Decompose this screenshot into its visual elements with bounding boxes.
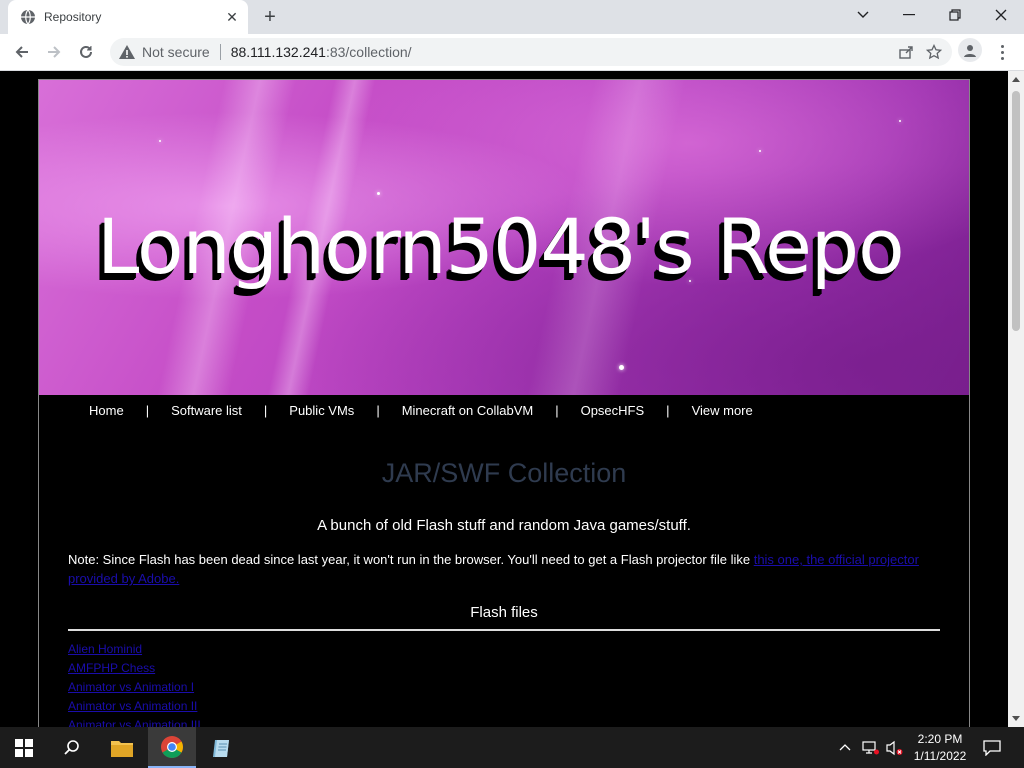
share-icon[interactable] xyxy=(898,44,914,60)
section-title-flash-files: Flash files xyxy=(470,604,538,621)
flash-files-list: Alien Hominid AMFPHP Chess Animator vs A… xyxy=(68,640,201,727)
nav-home[interactable]: Home xyxy=(89,403,124,418)
scroll-up-icon[interactable] xyxy=(1012,77,1020,82)
chevron-up-icon[interactable] xyxy=(838,741,852,755)
address-bar[interactable]: Not secure 88.111.132.241:83/collection/ xyxy=(110,38,952,66)
nav-separator: | xyxy=(666,402,670,418)
tab-strip: Repository ✕ + xyxy=(0,0,1024,34)
close-tab-icon[interactable]: ✕ xyxy=(220,5,244,29)
tab-title: Repository xyxy=(44,10,102,24)
minimize-button[interactable] xyxy=(886,0,932,30)
chrome-icon[interactable] xyxy=(148,727,196,768)
page-subtitle: A bunch of old Flash stuff and random Ja… xyxy=(317,517,691,534)
profile-avatar-icon[interactable] xyxy=(958,38,982,62)
flash-note: Note: Since Flash has been dead since la… xyxy=(68,550,940,588)
omnibox-divider xyxy=(219,44,221,60)
start-windows-icon[interactable] xyxy=(0,727,48,768)
reload-button[interactable] xyxy=(72,38,100,66)
browser-toolbar: Not secure 88.111.132.241:83/collection/ xyxy=(0,34,1024,71)
file-link-ava-1[interactable]: Animator vs Animation I xyxy=(68,678,201,697)
close-window-button[interactable] xyxy=(978,0,1024,30)
globe-icon xyxy=(21,9,35,25)
warning-icon[interactable] xyxy=(118,43,136,61)
new-tab-button[interactable]: + xyxy=(258,5,282,29)
page-heading: JAR/SWF Collection xyxy=(381,458,627,488)
windows-taskbar: 2:20 PM 1/11/2022 xyxy=(0,727,1024,768)
file-link-ava-3[interactable]: Animator vs Animation III xyxy=(68,716,201,727)
url-path: :83/collection/ xyxy=(325,44,412,60)
nav-separator: | xyxy=(376,402,380,418)
menu-kebab-icon[interactable] xyxy=(992,40,1012,64)
nav-separator: | xyxy=(555,402,559,418)
page-scrollbar[interactable] xyxy=(1008,71,1024,727)
notepad-app-icon[interactable] xyxy=(198,727,246,768)
file-link-ava-2[interactable]: Animator vs Animation II xyxy=(68,697,201,716)
restore-button[interactable] xyxy=(932,0,978,30)
url-host: 88.111.132.241 xyxy=(230,44,326,60)
page-container: Longhorn5048's Repo Home | Software list… xyxy=(38,79,970,727)
forward-button[interactable] xyxy=(40,38,68,66)
network-icon[interactable] xyxy=(862,740,880,755)
page-viewport: Longhorn5048's Repo Home | Software list… xyxy=(0,71,1008,727)
site-nav: Home | Software list | Public VMs | Mine… xyxy=(39,396,969,424)
nav-opsechfs[interactable]: OpsecHFS xyxy=(581,403,645,418)
bookmark-star-icon[interactable] xyxy=(926,44,942,60)
search-icon[interactable] xyxy=(48,727,96,768)
tab-search-icon[interactable] xyxy=(840,0,886,30)
back-button[interactable] xyxy=(8,38,36,66)
banner-image: Longhorn5048's Repo xyxy=(39,80,969,395)
file-link-amfphp-chess[interactable]: AMFPHP Chess xyxy=(68,659,201,678)
notifications-icon[interactable] xyxy=(970,727,1014,768)
nav-separator: | xyxy=(263,402,268,418)
banner-title: Longhorn5048's Repo xyxy=(97,202,905,291)
security-label[interactable]: Not secure xyxy=(142,44,210,60)
system-tray xyxy=(838,727,904,768)
note-text: Note: Since Flash has been dead since la… xyxy=(68,552,754,567)
file-explorer-icon[interactable] xyxy=(98,727,146,768)
tab-repository[interactable]: Repository ✕ xyxy=(8,0,248,34)
nav-software-list[interactable]: Software list xyxy=(171,403,242,418)
nav-separator: | xyxy=(145,402,150,418)
scrollbar-thumb[interactable] xyxy=(1012,91,1020,331)
divider xyxy=(68,629,940,631)
file-link-alien-hominid[interactable]: Alien Hominid xyxy=(68,640,201,659)
scroll-down-icon[interactable] xyxy=(1012,716,1020,721)
nav-public-vms[interactable]: Public VMs xyxy=(289,403,354,418)
omnibox-actions xyxy=(898,44,942,60)
nav-minecraft-collabvm[interactable]: Minecraft on CollabVM xyxy=(402,403,534,418)
nav-view-more[interactable]: View more xyxy=(692,403,753,418)
